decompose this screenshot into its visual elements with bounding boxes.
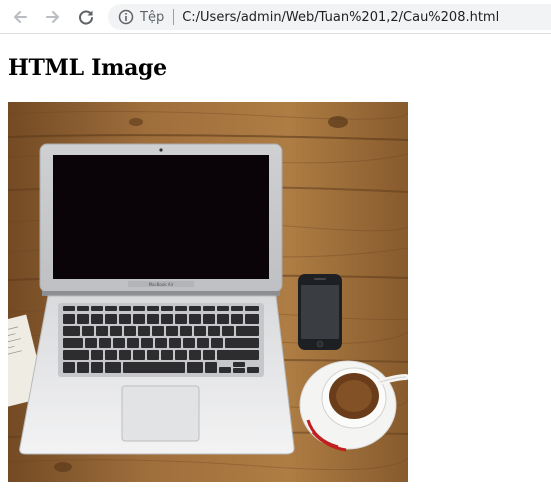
arrow-right-icon: [44, 8, 62, 26]
reload-icon: [77, 8, 95, 26]
laptop-brand-text: MacBook Air: [149, 282, 174, 287]
page-heading: HTML Image: [8, 55, 167, 81]
info-circle-icon[interactable]: [118, 9, 134, 25]
phone: [298, 274, 342, 350]
omnibox-divider: [173, 9, 175, 25]
reload-button[interactable]: [73, 4, 99, 30]
site-chip-label[interactable]: Tệp: [140, 10, 164, 25]
laptop-desk-photo: MacBook Air: [8, 102, 408, 482]
arrow-left-icon: [11, 8, 29, 26]
back-button[interactable]: [7, 4, 33, 30]
url-text[interactable]: C:/Users/admin/Web/Tuan%201,2/Cau%208.ht…: [182, 10, 499, 25]
address-bar[interactable]: Tệp C:/Users/admin/Web/Tuan%201,2/Cau%20…: [108, 4, 551, 30]
forward-button[interactable]: [40, 4, 66, 30]
browser-toolbar: Tệp C:/Users/admin/Web/Tuan%201,2/Cau%20…: [0, 0, 551, 34]
